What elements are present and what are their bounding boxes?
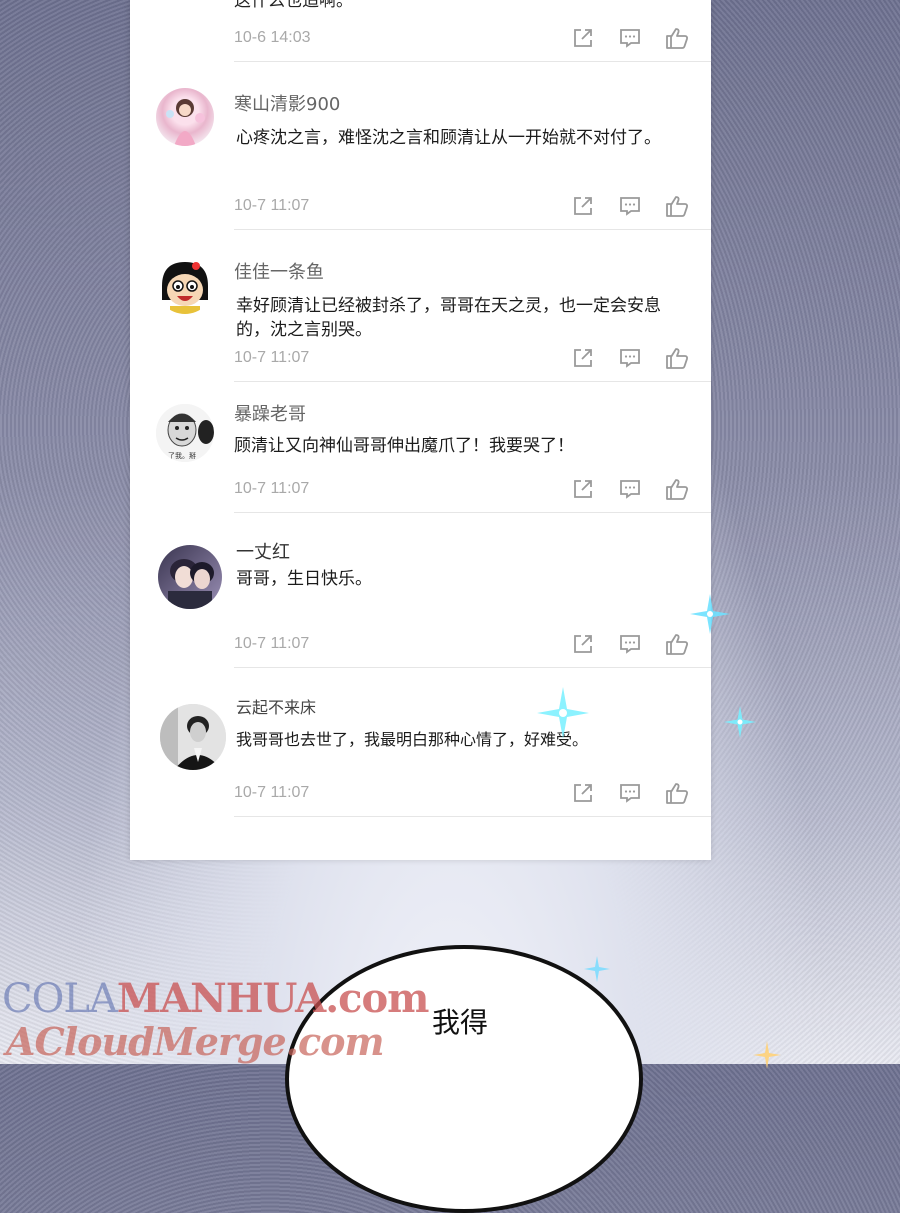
comment-meta-row: 10-7 11:07 [234,194,700,218]
comment-time: 10-6 14:03 [234,29,311,46]
share-button[interactable] [559,346,606,370]
comment-time: 10-7 11:07 [234,480,310,497]
share-icon [573,784,592,802]
reply-button[interactable] [606,194,653,218]
thumbs-up-icon [665,479,688,500]
comment-time: 10-7 11:07 [234,349,310,366]
share-icon [573,29,592,47]
comment-time: 10-7 11:07 [234,635,310,652]
anime-boys-avatar[interactable] [158,545,222,609]
comment-panel: 这什么也追啊。 10-6 14:03 寒山清影900 心疼沈之言，难怪沈之言和顾… [130,0,711,860]
blue-sparkle-icon [724,706,756,738]
watermark: COLAMANHUA.com ACloudMerge.com [0,975,430,1065]
svg-text:了我。掰: 了我。掰 [168,451,196,460]
like-button[interactable] [653,26,700,50]
comment-time: 10-7 11:07 [234,784,310,801]
share-button[interactable] [559,632,606,656]
like-button[interactable] [653,346,700,370]
comment-meta-row: 10-7 11:07 [234,781,700,805]
like-button[interactable] [653,781,700,805]
reply-button[interactable] [606,781,653,805]
username[interactable]: 一丈红 [236,538,290,564]
watermark-line2: ACloudMerge.com [6,1019,385,1064]
comment-text: 哥哥，生日快乐。 [236,569,372,589]
share-icon [573,480,592,498]
like-button[interactable] [653,632,700,656]
blue-sparkle-icon [584,956,610,982]
thumbs-up-icon [665,783,688,804]
watermark-suffix: .com [325,975,429,1022]
comment-meta-row: 10-7 11:07 [234,346,700,370]
comment-time: 10-7 11:07 [234,197,310,214]
username[interactable]: 佳佳一条鱼 [234,258,324,284]
comment-icon [619,349,640,368]
share-icon [573,635,592,653]
comment-icon [619,197,640,216]
comment-text: 顾清让又向神仙哥哥伸出魔爪了！我要哭了！ [234,436,574,456]
share-button[interactable] [559,26,606,50]
username[interactable]: 云起不来床 [236,694,316,718]
like-button[interactable] [653,194,700,218]
comment-meta-row: 10-6 14:03 [234,26,700,50]
comment-icon [619,29,640,48]
share-button[interactable] [559,194,606,218]
share-icon [573,197,592,215]
thumbs-up-icon [665,196,688,217]
speech-bubble-text: 我得 [432,1006,489,1039]
anime-girl-avatar[interactable] [156,88,214,146]
man-photo-avatar[interactable] [160,704,226,770]
comment-icon [619,635,640,654]
thumbs-up-icon [665,634,688,655]
comment-icon [619,784,640,803]
gold-sparkle-icon [753,1041,781,1069]
thumbs-up-icon [665,28,688,49]
meme-face-avatar[interactable]: 了我。掰 [156,404,214,462]
reply-button[interactable] [606,26,653,50]
comment-text: 幸好顾清让已经被封杀了，哥哥在天之灵，也一定会安息的，沈之言别哭。 [236,296,661,340]
username[interactable]: 暴躁老哥 [234,400,306,426]
comment-meta-row: 10-7 11:07 [234,632,700,656]
share-icon [573,349,592,367]
share-button[interactable] [559,477,606,501]
comment-text: 心疼沈之言，难怪沈之言和顾清让从一开始就不对付了。 [236,128,661,148]
watermark-prefix: COLA [2,976,118,1022]
reply-button[interactable] [606,477,653,501]
comment-meta-row: 10-7 11:07 [234,477,700,501]
thumbs-up-icon [665,348,688,369]
reply-button[interactable] [606,632,653,656]
share-button[interactable] [559,781,606,805]
watermark-main: MANHUA [116,975,326,1022]
like-button[interactable] [653,477,700,501]
watermark-line1: COLAMANHUA.com [2,975,430,1022]
comment-text: 我哥哥也去世了，我最明白那种心情了，好难受。 [236,730,589,749]
comment-icon [619,480,640,499]
cartoon-face-avatar[interactable] [156,256,214,314]
username[interactable]: 寒山清影900 [234,90,340,116]
reply-button[interactable] [606,346,653,370]
divider [234,816,711,817]
cut-off-comment-text: 这什么也追啊。 [234,0,353,11]
